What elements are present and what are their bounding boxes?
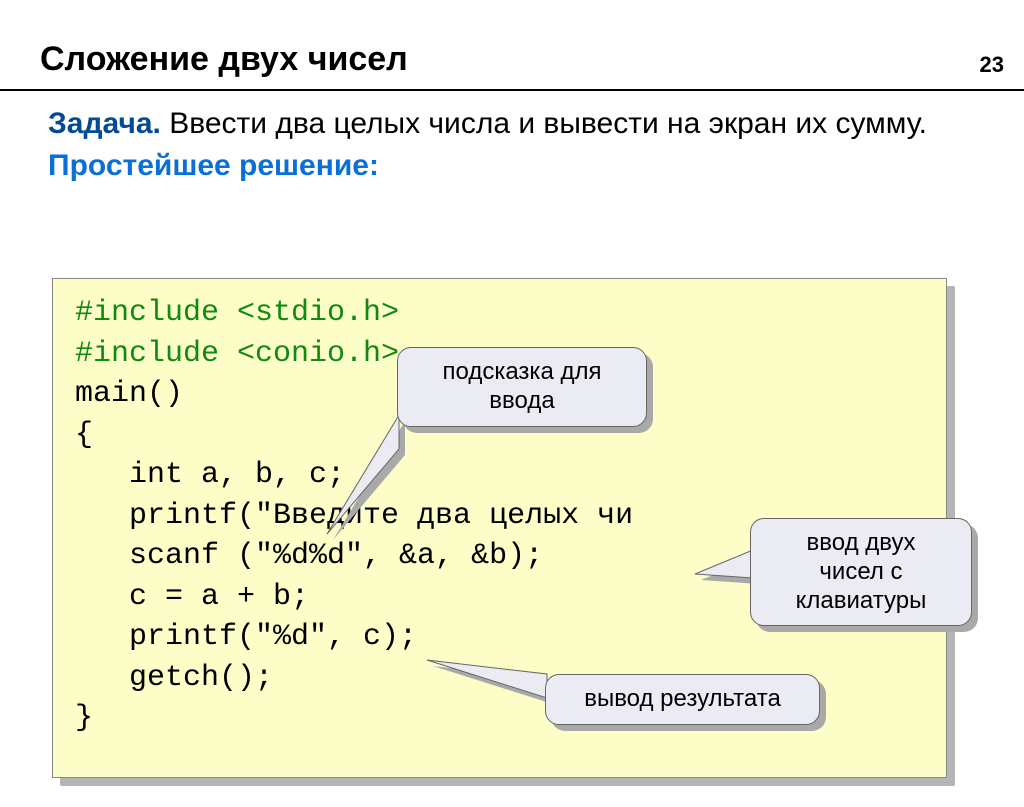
code-line-7: scanf ("%d%d", &a, &b);: [75, 539, 543, 573]
callout-text: подсказка для: [416, 358, 628, 387]
page-number: 23: [980, 52, 1004, 78]
callout-text: чисел с: [769, 558, 953, 587]
callout-text: ввода: [416, 387, 628, 416]
callout-keyboard-input: ввод двух чисел с клавиатуры: [750, 518, 972, 626]
task-label: Задача.: [48, 107, 161, 140]
code-line-10: getch();: [75, 661, 273, 695]
callout-tail-icon: [335, 415, 415, 505]
callout-text: вывод результата: [564, 685, 801, 714]
task-paragraph: Задача. Ввести два целых числа и вывести…: [48, 105, 984, 143]
code-line-2: #include <conio.h>: [75, 337, 399, 371]
code-line-5: int a, b, c;: [75, 458, 345, 492]
code-line-9: printf("%d", c);: [75, 620, 417, 654]
code-line-8: c = a + b;: [75, 580, 309, 614]
code-line-1: #include <stdio.h>: [75, 296, 399, 330]
callout-tail-icon: [427, 656, 557, 706]
title-divider: [0, 89, 1024, 91]
solution-heading: Простейшее решение:: [48, 149, 1024, 183]
page-title: Сложение двух чисел: [40, 40, 1024, 79]
code-line-11: }: [75, 701, 93, 735]
callout-hint-input: подсказка для ввода: [397, 347, 647, 427]
callout-text: ввод двух: [769, 529, 953, 558]
task-text: Ввести два целых числа и вывести на экра…: [161, 107, 927, 140]
callout-text: клавиатуры: [769, 587, 953, 616]
code-line-3: main(): [75, 377, 183, 411]
code-line-4: {: [75, 418, 93, 452]
callout-output-result: вывод результата: [545, 674, 820, 725]
